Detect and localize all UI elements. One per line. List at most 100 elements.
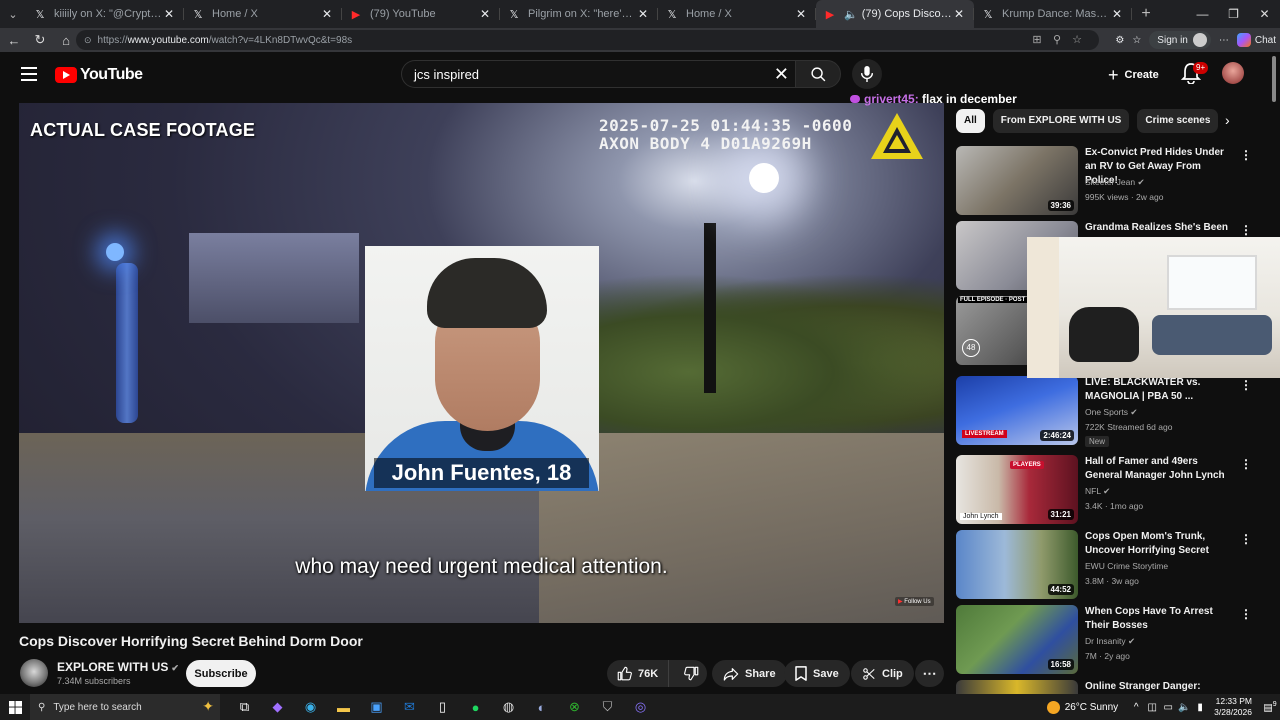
task-view-icon[interactable]: ⧉ — [228, 694, 261, 720]
spotify-icon[interactable]: ● — [459, 694, 492, 720]
reload-icon[interactable]: ↻ — [28, 32, 52, 48]
search-button[interactable] — [795, 60, 841, 88]
tray-app-icon[interactable]: ◫ — [1144, 702, 1160, 713]
browser-tab[interactable]: 𝕏 Pilgrim on X: "here's what claviculi ✕ — [500, 0, 658, 28]
volume-icon[interactable]: 🔈 — [1176, 702, 1192, 713]
guide-menu-icon[interactable] — [21, 67, 37, 81]
channel-name[interactable]: EXPLORE WITH US ✔ — [57, 660, 179, 674]
share-button[interactable]: Share — [712, 660, 787, 687]
more-vertical-icon[interactable]: ⋮ — [1240, 457, 1252, 471]
chip-all[interactable]: All — [956, 109, 985, 133]
more-actions-button[interactable]: ⋯ — [915, 660, 944, 687]
back-arrow-icon[interactable]: ← — [2, 33, 26, 48]
save-button[interactable]: Save — [784, 660, 850, 687]
taskbar-search[interactable]: ⚲ Type here to search ✦ — [30, 694, 220, 720]
like-button[interactable]: 76K — [607, 660, 670, 687]
close-tab-icon[interactable]: ✕ — [162, 7, 176, 21]
tab-title: kiiiily on X: "@CryptoFooo @Fea — [54, 8, 162, 20]
recommendation-item[interactable]: 39:36 Ex-Convict Pred Hides Under an RV … — [956, 146, 1266, 216]
minimize-icon[interactable]: — — [1187, 0, 1218, 28]
more-vertical-icon[interactable]: ⋮ — [1240, 148, 1252, 162]
home-icon[interactable]: ⌂ — [54, 33, 78, 48]
browser-tab[interactable]: 𝕏 Home / X ✕ — [658, 0, 816, 28]
xbox-icon[interactable]: ⊗ — [558, 694, 591, 720]
recommendation-item[interactable]: Online Stranger Danger: Breck's — [956, 680, 1266, 694]
weather-widget[interactable]: 26°C Sunny — [1046, 700, 1118, 714]
close-tab-icon[interactable]: ✕ — [952, 7, 966, 21]
recommendation-item[interactable]: 44:52 Cops Open Mom's Trunk, Uncover Hor… — [956, 530, 1266, 600]
favorites-icon[interactable]: ☆ — [1132, 35, 1141, 46]
favorite-star-icon[interactable]: ☆ — [1070, 30, 1084, 50]
voice-search-button[interactable] — [852, 59, 882, 89]
file-explorer-icon[interactable]: ▬ — [327, 694, 360, 720]
search-input[interactable]: jcs inspired ✕ — [401, 60, 795, 88]
browser-tab[interactable]: 𝕏 Krump Dance: Mastering the Esse ✕ — [974, 0, 1132, 28]
new-tab-button[interactable]: + — [1132, 5, 1160, 23]
create-button[interactable]: + Create — [1098, 62, 1169, 88]
video-thumbnail[interactable]: 39:36 — [956, 146, 1078, 215]
chevron-right-icon[interactable]: › — [1225, 112, 1230, 128]
app-available-icon[interactable]: ⊞ — [1030, 30, 1044, 50]
clip-button[interactable]: Clip — [851, 660, 914, 687]
video-thumbnail[interactable] — [956, 680, 1078, 694]
channel-avatar[interactable] — [20, 659, 48, 687]
close-tab-icon[interactable]: ✕ — [478, 7, 492, 21]
verified-icon: ✔ — [1137, 177, 1145, 187]
network-icon[interactable]: ▭ — [1160, 702, 1176, 713]
profile-signin-button[interactable]: Sign in — [1149, 31, 1211, 49]
edge-browser-icon[interactable]: ◉ — [294, 694, 327, 720]
video-thumbnail[interactable]: 16:58 — [956, 605, 1078, 674]
restore-icon[interactable]: ❐ — [1218, 0, 1249, 28]
more-vertical-icon[interactable]: ⋮ — [1240, 223, 1252, 237]
more-menu-icon[interactable]: ⋯ — [1219, 35, 1229, 46]
dislike-button[interactable] — [675, 660, 708, 687]
video-thumbnail[interactable]: LIVESTREAM 2:46:24 — [956, 376, 1078, 445]
obs-icon[interactable]: ◍ — [492, 694, 525, 720]
copilot-chat-button[interactable]: Chat — [1236, 33, 1276, 47]
recommendation-item[interactable]: 16:58 When Cops Have To Arrest Their Bos… — [956, 605, 1266, 675]
browser-tab[interactable]: 𝕏 kiiiily on X: "@CryptoFooo @Fea ✕ — [26, 0, 184, 28]
close-tab-icon[interactable]: ✕ — [636, 7, 650, 21]
overlay-chair — [1069, 307, 1139, 362]
subscribe-button[interactable]: Subscribe — [186, 660, 256, 687]
chevron-up-icon[interactable]: ^ — [1128, 702, 1144, 713]
recommendation-item[interactable]: PLAYERS John Lynch 31:21 Hall of Famer a… — [956, 455, 1266, 525]
video-thumbnail[interactable]: 44:52 — [956, 530, 1078, 599]
notepad-icon[interactable]: ▯ — [426, 694, 459, 720]
notification-center-icon[interactable]: ▤9 — [1260, 701, 1280, 713]
video-thumbnail[interactable]: PLAYERS John Lynch 31:21 — [956, 455, 1078, 524]
clear-search-icon[interactable]: ✕ — [774, 64, 789, 85]
outlook-icon[interactable]: ✉ — [393, 694, 426, 720]
close-window-icon[interactable]: ✕ — [1249, 0, 1280, 28]
speaker-icon[interactable]: 🔈 — [844, 8, 858, 21]
microphone-tray-icon[interactable]: ▮ — [1192, 702, 1208, 713]
page-scrollbar[interactable] — [1272, 56, 1276, 686]
zoom-icon[interactable]: ⚲ — [1050, 30, 1064, 50]
browser-tab[interactable]: 𝕏 Home / X ✕ — [184, 0, 342, 28]
user-avatar[interactable] — [1222, 62, 1244, 84]
windows-start-button[interactable] — [0, 694, 30, 720]
chip-crime-scenes[interactable]: Crime scenes — [1137, 109, 1219, 133]
close-tab-icon[interactable]: ✕ — [320, 7, 334, 21]
more-vertical-icon[interactable]: ⋮ — [1240, 378, 1252, 392]
browser-tab[interactable]: ▶ (79) YouTube ✕ — [342, 0, 500, 28]
extensions-icon[interactable]: ⚙ — [1115, 35, 1124, 46]
tab-search-menu[interactable]: ⌄ — [0, 0, 26, 28]
site-info-icon[interactable]: ⊙ — [84, 35, 92, 46]
close-tab-icon[interactable]: ✕ — [1110, 7, 1124, 21]
youtube-logo[interactable]: YouTube — [55, 66, 143, 84]
more-vertical-icon[interactable]: ⋮ — [1240, 607, 1252, 621]
copilot-taskbar-icon[interactable]: ◆ — [261, 694, 294, 720]
taskbar-clock[interactable]: 12:33 PM 3/28/2026 — [1214, 696, 1252, 718]
store-icon[interactable]: ▣ — [360, 694, 393, 720]
browser-tab-active[interactable]: ▶ 🔈 (79) Cops Discover Horrifying ✕ — [816, 0, 974, 28]
address-bar[interactable]: ⊙ https://www.youtube.com/watch?v=4LKn8D… — [76, 30, 1099, 50]
video-player[interactable]: ACTUAL CASE FOOTAGE 2025-07-25 01:44:35 … — [19, 103, 944, 623]
media-app-icon[interactable]: ◐ — [525, 694, 558, 720]
close-tab-icon[interactable]: ✕ — [794, 7, 808, 21]
shield-app-icon[interactable]: ⛉ — [591, 694, 624, 720]
discord-icon[interactable]: ◎ — [624, 694, 657, 720]
chip-from-channel[interactable]: From EXPLORE WITH US — [992, 109, 1130, 133]
more-vertical-icon[interactable]: ⋮ — [1240, 532, 1252, 546]
recommendation-item[interactable]: LIVESTREAM 2:46:24 LIVE: BLACKWATER vs. … — [956, 376, 1266, 447]
